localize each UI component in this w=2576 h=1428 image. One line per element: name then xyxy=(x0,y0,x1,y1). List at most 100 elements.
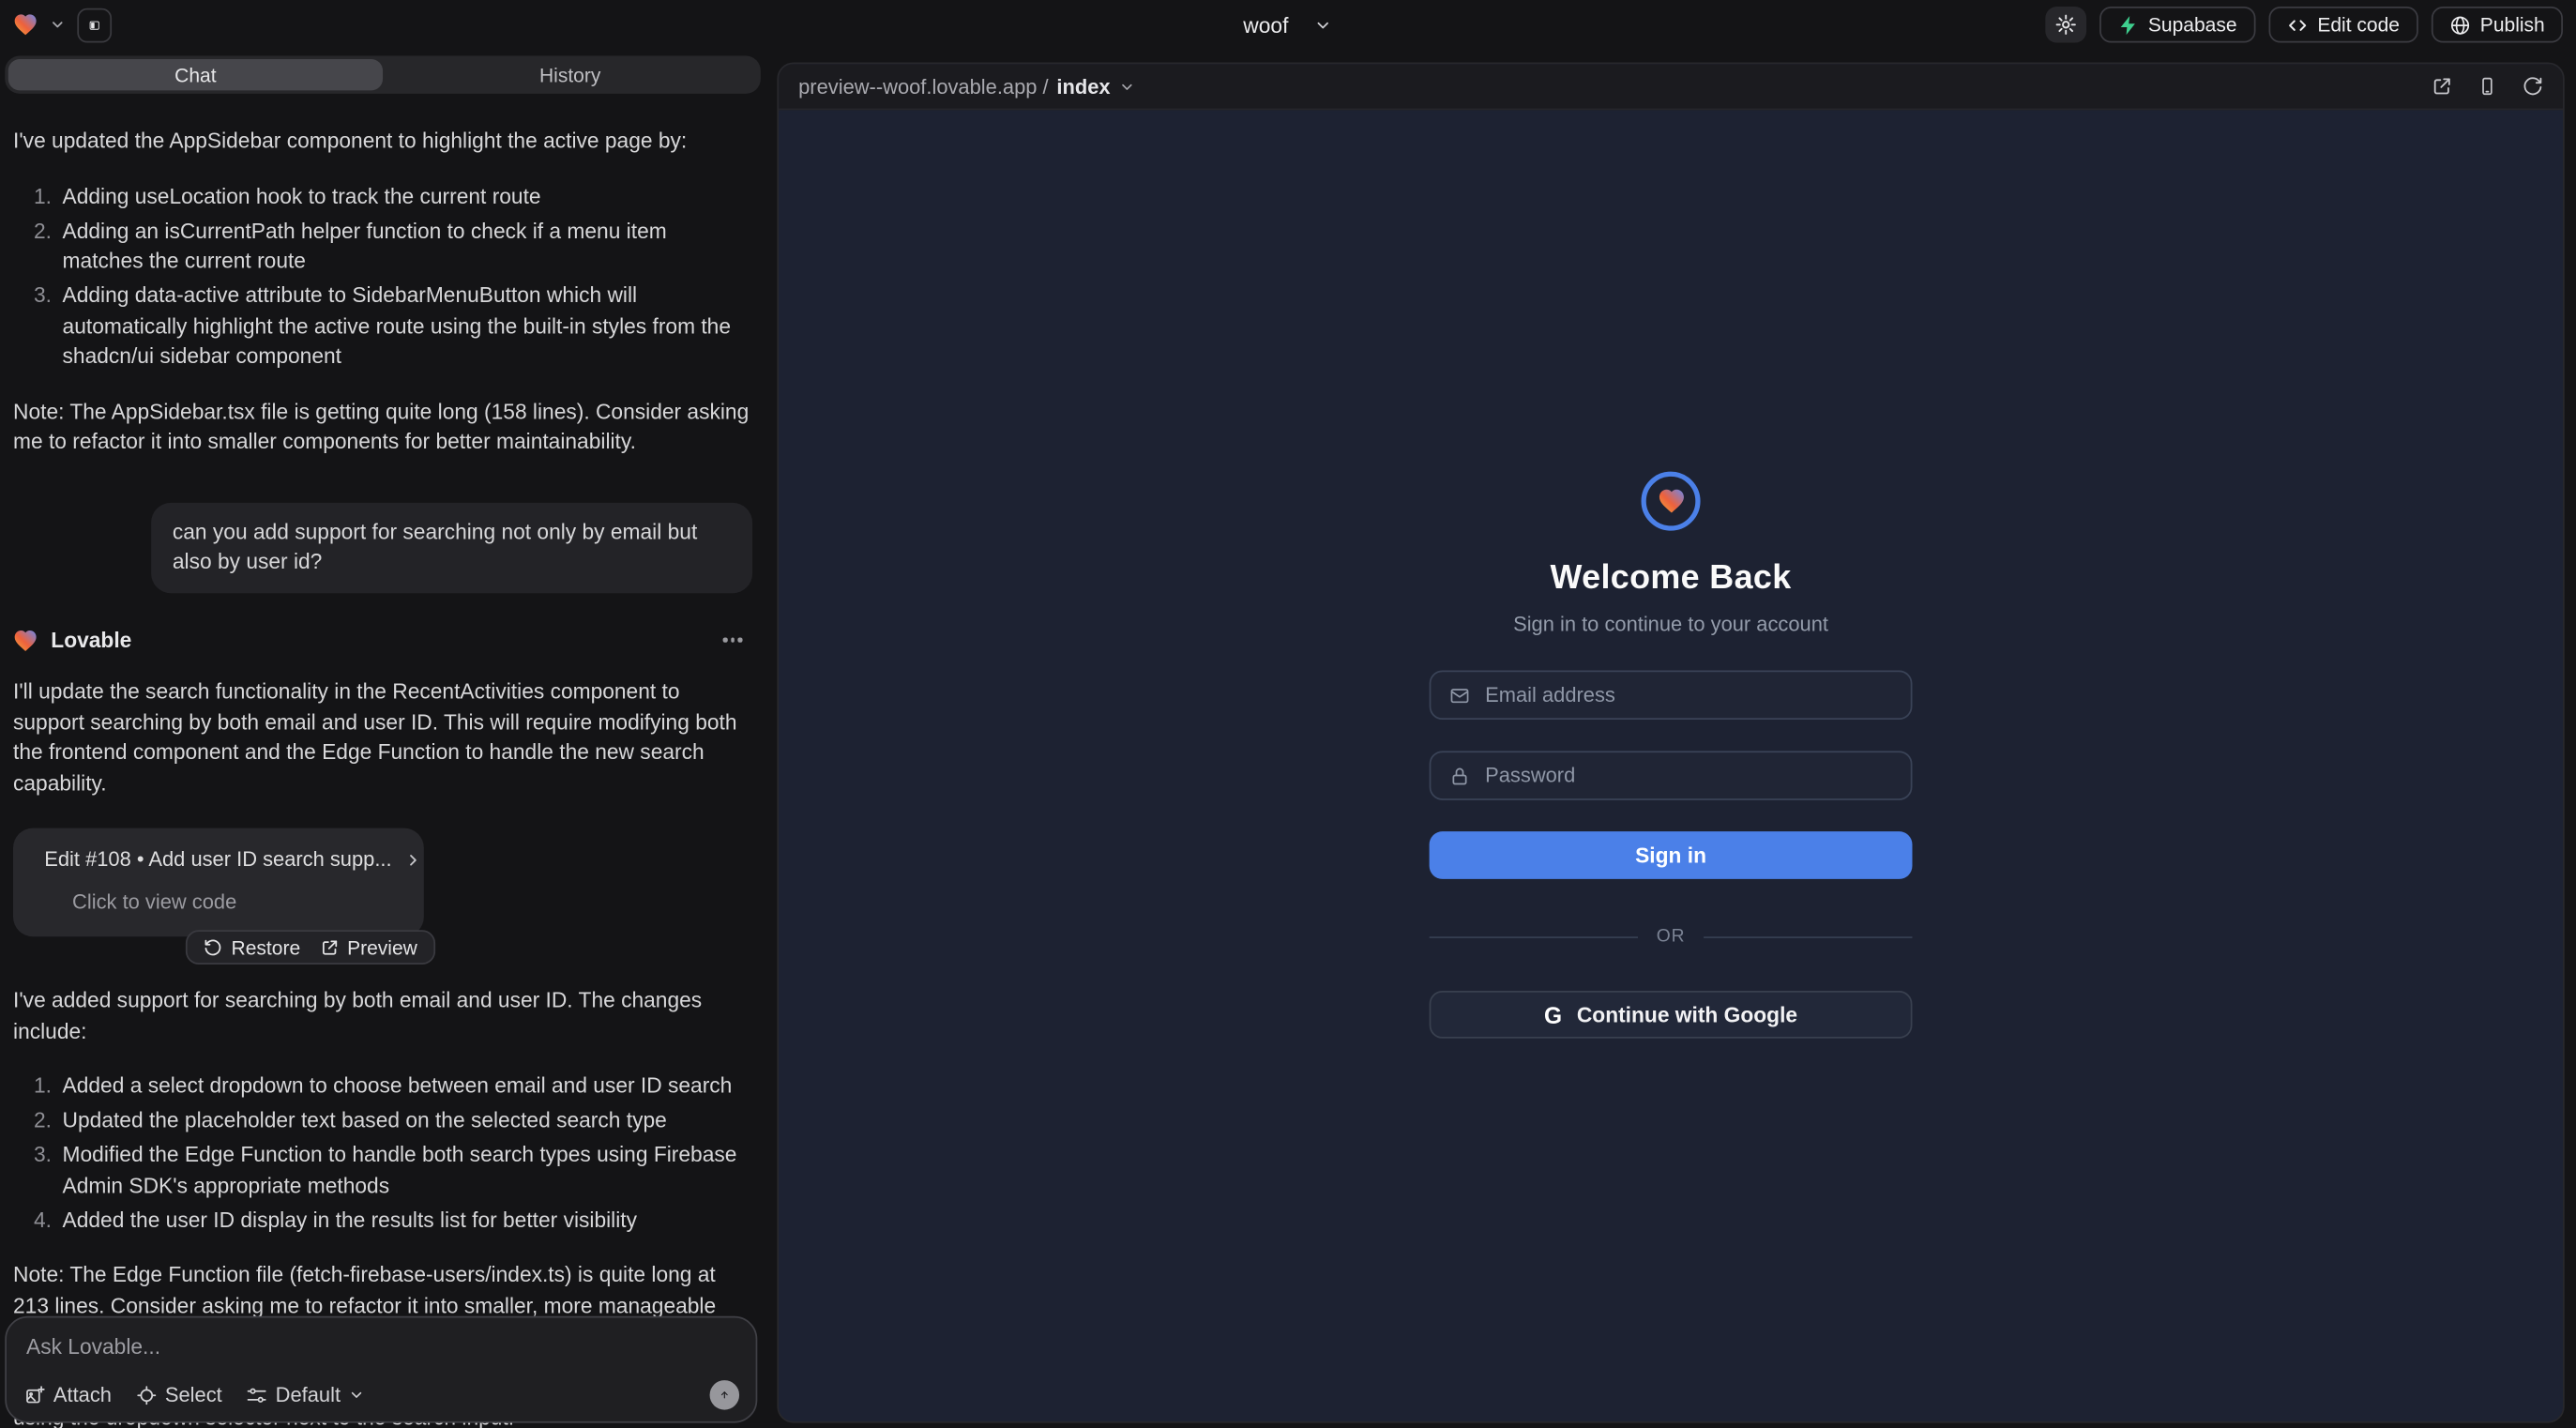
select-label: Select xyxy=(165,1384,222,1407)
divider-line xyxy=(1704,935,1913,937)
supabase-label: Supabase xyxy=(2148,13,2237,37)
project-name: woof xyxy=(1243,12,1288,37)
or-text: OR xyxy=(1657,927,1686,947)
restore-label: Restore xyxy=(232,935,301,959)
preview-url-selector[interactable]: preview--woof.lovable.app / index xyxy=(798,75,1135,99)
tab-chat[interactable]: Chat xyxy=(8,59,383,90)
lock-icon xyxy=(1449,765,1471,786)
email-field[interactable]: Email address xyxy=(1430,671,1913,721)
edit-card-wrapper: Edit #108 • Add user ID search supp... C… xyxy=(13,828,424,937)
gear-icon xyxy=(2054,13,2076,37)
open-in-new-tab-button[interactable] xyxy=(2432,76,2453,98)
send-message-button[interactable] xyxy=(710,1380,740,1410)
edit-card-title: Edit #108 • Add user ID search supp... xyxy=(44,844,391,874)
edit-code-label: Edit code xyxy=(2317,13,2400,37)
publish-button[interactable]: Publish xyxy=(2431,7,2563,43)
project-chevron-down-icon xyxy=(1314,16,1332,34)
composer-placeholder: Ask Lovable... xyxy=(26,1334,736,1359)
assistant-numbered-list: Adding useLocation hook to track the cur… xyxy=(13,182,752,372)
assistant-name: Lovable xyxy=(51,625,131,655)
restore-icon xyxy=(205,938,223,957)
restore-button[interactable]: Restore xyxy=(205,935,301,959)
attach-image-icon xyxy=(24,1385,45,1405)
settings-button[interactable] xyxy=(2045,7,2086,43)
chevron-down-icon xyxy=(349,1387,366,1404)
list-item: Adding useLocation hook to track the cur… xyxy=(57,182,752,212)
google-icon: G xyxy=(1544,1001,1562,1027)
tab-history[interactable]: History xyxy=(383,59,757,90)
assistant-message-header: Lovable xyxy=(13,625,752,655)
publish-label: Publish xyxy=(2480,13,2545,37)
preview-url-page: index xyxy=(1056,75,1110,99)
app-logo-badge xyxy=(1642,472,1701,531)
topbar-left-group xyxy=(13,8,112,42)
preview-edit-button[interactable]: Preview xyxy=(320,935,417,959)
signin-title: Welcome Back xyxy=(1551,558,1792,598)
edit-card-actions: Restore Preview xyxy=(186,930,435,965)
edit-card-title-row: Edit #108 • Add user ID search supp... xyxy=(31,844,405,874)
edit-code-card[interactable]: Edit #108 • Add user ID search supp... C… xyxy=(13,828,424,937)
select-target-icon xyxy=(136,1385,157,1405)
message-menu-icon[interactable] xyxy=(723,638,743,643)
chat-panel: Chat History I've updated the AppSidebar… xyxy=(0,50,765,1428)
workspace-chevron-down-icon[interactable] xyxy=(50,17,67,34)
preview-label: Preview xyxy=(347,935,417,959)
continue-with-google-button[interactable]: G Continue with Google xyxy=(1430,991,1913,1039)
code-brackets-icon xyxy=(2286,14,2308,36)
password-field[interactable]: Password xyxy=(1430,751,1913,800)
lovable-heart-icon xyxy=(13,629,38,652)
topbar-right-group: Supabase Edit code Publish xyxy=(2045,7,2563,43)
list-item: Modified the Edge Function to handle bot… xyxy=(57,1140,752,1201)
chevron-down-icon xyxy=(1118,78,1135,95)
toggle-sidebar-button[interactable] xyxy=(77,8,112,42)
attach-button[interactable]: Attach xyxy=(24,1384,112,1407)
attach-label: Attach xyxy=(53,1384,112,1407)
preview-url-prefix: preview--woof.lovable.app / xyxy=(798,75,1048,99)
supabase-button[interactable]: Supabase xyxy=(2099,7,2254,43)
google-button-label: Continue with Google xyxy=(1577,1002,1797,1026)
mobile-view-button[interactable] xyxy=(2478,76,2497,98)
assistant-message-intro: I'll update the search functionality in … xyxy=(13,677,752,799)
chevron-right-icon xyxy=(405,851,423,869)
signin-subtitle: Sign in to continue to your account xyxy=(1513,613,1828,636)
refresh-icon xyxy=(2522,76,2543,98)
divider-line xyxy=(1430,935,1639,937)
assistant-message-intro: I've updated the AppSidebar component to… xyxy=(13,127,752,157)
lovable-workspace: woof Supabase Edit code Pu xyxy=(0,0,2576,1428)
select-element-button[interactable]: Select xyxy=(136,1384,222,1407)
globe-icon xyxy=(2449,14,2471,36)
list-item: Adding data-active attribute to SidebarM… xyxy=(57,281,752,372)
heart-logo-icon xyxy=(1657,488,1685,514)
assistant-summary: I've added support for searching by both… xyxy=(13,986,752,1047)
list-item: Added a select dropdown to choose betwee… xyxy=(57,1071,752,1101)
chat-composer[interactable]: Ask Lovable... Attach Select Default xyxy=(5,1316,757,1423)
list-item: Adding an isCurrentPath helper function … xyxy=(57,216,752,277)
arrow-up-icon xyxy=(720,1387,730,1404)
sliders-icon xyxy=(247,1385,267,1405)
preview-actions xyxy=(2432,76,2543,98)
edit-card-subtitle: Click to view code xyxy=(72,887,406,917)
signin-button[interactable]: Sign in xyxy=(1430,831,1913,879)
smartphone-icon xyxy=(2478,76,2497,98)
email-placeholder: Email address xyxy=(1485,684,1615,707)
user-message-bubble: can you add support for searching not on… xyxy=(151,502,752,592)
top-bar: woof Supabase Edit code Pu xyxy=(0,0,2576,50)
mode-selector-button[interactable]: Default xyxy=(247,1384,365,1407)
password-placeholder: Password xyxy=(1485,764,1575,787)
chat-message-list: I've updated the AppSidebar component to… xyxy=(5,94,761,1428)
composer-toolbar: Attach Select Default xyxy=(24,1380,739,1410)
project-switcher[interactable]: woof xyxy=(1243,12,1332,37)
assistant-note: Note: The AppSidebar.tsx file is getting… xyxy=(13,397,752,458)
preview-panel: preview--woof.lovable.app / index xyxy=(777,63,2564,1423)
lovable-heart-logo[interactable] xyxy=(13,13,38,37)
panel-left-icon xyxy=(89,14,100,36)
user-message-text: can you add support for searching not on… xyxy=(173,519,697,574)
refresh-preview-button[interactable] xyxy=(2522,76,2543,98)
mode-label: Default xyxy=(276,1384,341,1407)
signin-card: Welcome Back Sign in to continue to your… xyxy=(1430,472,1913,1039)
external-link-icon xyxy=(320,938,339,957)
mail-icon xyxy=(1449,684,1471,706)
edit-code-button[interactable]: Edit code xyxy=(2268,7,2417,43)
list-item: Updated the placeholder text based on th… xyxy=(57,1106,752,1136)
assistant-numbered-list: Added a select dropdown to choose betwee… xyxy=(13,1071,752,1236)
